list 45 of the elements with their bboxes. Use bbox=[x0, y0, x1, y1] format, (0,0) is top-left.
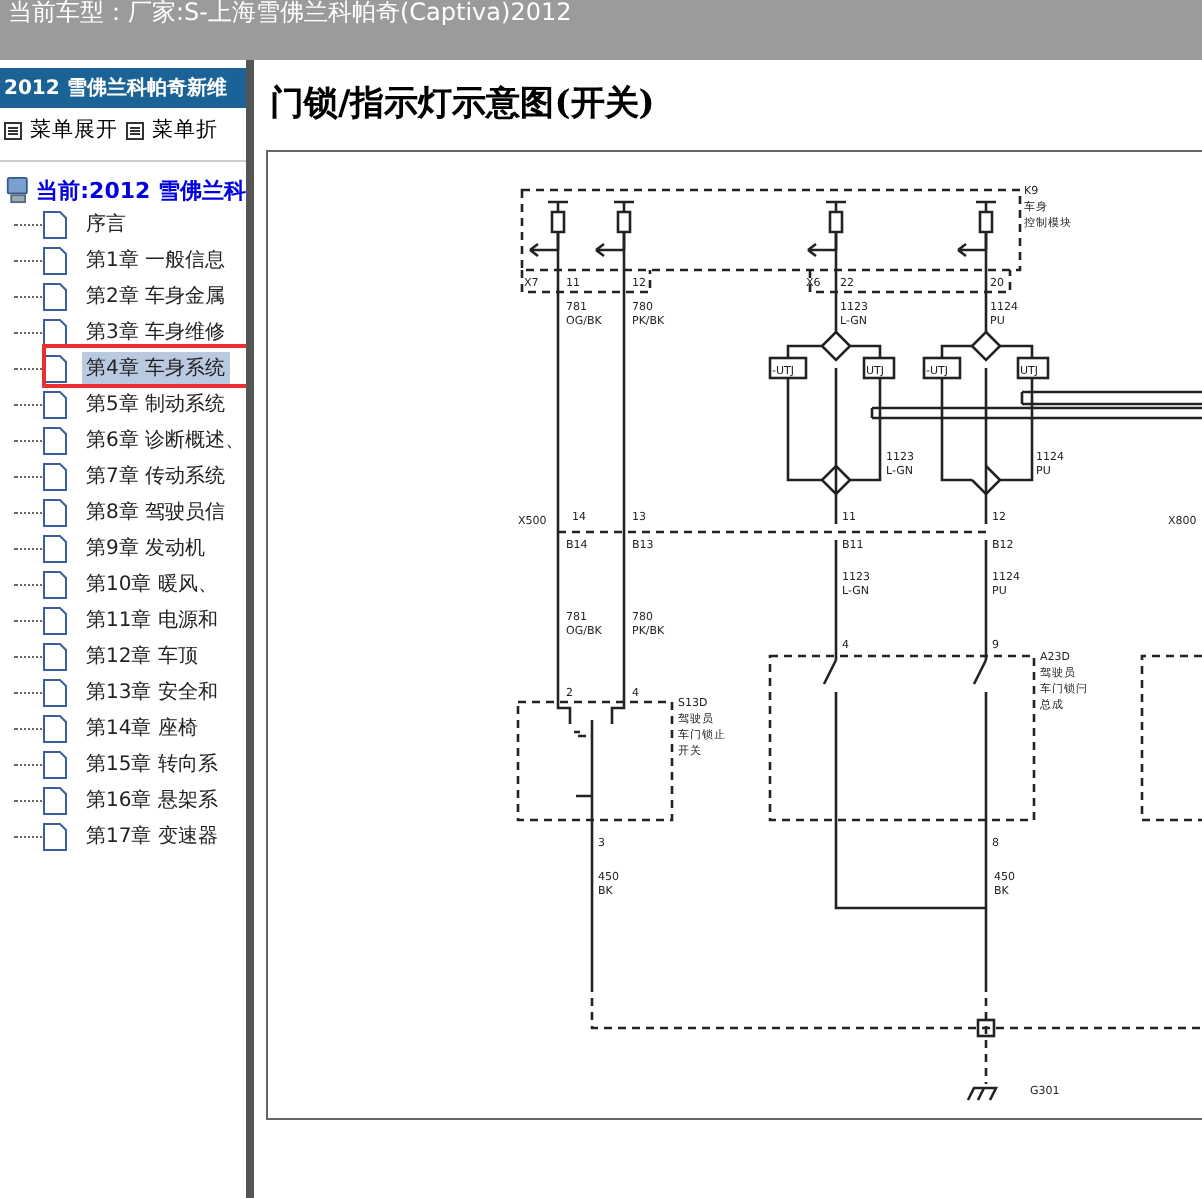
tree-item[interactable]: 第11章 电源和 bbox=[82, 604, 222, 636]
tree-item[interactable]: 第12章 车顶 bbox=[82, 640, 202, 672]
page-icon bbox=[42, 821, 68, 851]
page-icon bbox=[42, 353, 68, 383]
tree-item[interactable]: 第14章 座椅 bbox=[82, 712, 202, 744]
sidebar-title: 2012 雪佛兰科帕奇新维 bbox=[0, 68, 246, 108]
page-icon bbox=[42, 461, 68, 491]
tree-item[interactable]: 第1章 一般信息 bbox=[82, 244, 230, 276]
page-icon bbox=[42, 785, 68, 815]
page-icon bbox=[42, 533, 68, 563]
tree-item[interactable]: 第2章 车身金属 bbox=[82, 280, 230, 312]
tree-item[interactable]: 第13章 安全和 bbox=[82, 676, 222, 708]
tree-item[interactable]: 第15章 转向系 bbox=[82, 748, 222, 780]
menu-toggle-link[interactable]: 菜单折 bbox=[126, 116, 218, 144]
page-icon bbox=[42, 749, 68, 779]
tree-item[interactable]: 第3章 车身维修 bbox=[82, 316, 230, 348]
tree-item[interactable]: 第6章 诊断概述、 bbox=[82, 424, 246, 456]
page-icon bbox=[42, 389, 68, 419]
tree-item[interactable]: 第8章 驾驶员信 bbox=[82, 496, 230, 528]
page-icon bbox=[42, 713, 68, 743]
list-icon bbox=[126, 121, 144, 139]
page-icon bbox=[42, 497, 68, 527]
page-icon bbox=[42, 605, 68, 635]
page-icon bbox=[42, 677, 68, 707]
tree-item[interactable]: 第10章 暖风、 bbox=[82, 568, 222, 600]
page-icon bbox=[42, 569, 68, 599]
tree-item[interactable]: 第17章 变速器 bbox=[82, 820, 222, 852]
page-icon bbox=[42, 641, 68, 671]
page-icon bbox=[42, 425, 68, 455]
tree-item[interactable]: 第16章 悬架系 bbox=[82, 784, 222, 816]
computer-icon bbox=[6, 174, 31, 206]
window-title: 当前车型：厂家:S-上海雪佛兰科帕奇(Captiva)2012 bbox=[6, 0, 572, 26]
tree-item[interactable]: 第4章 车身系统 bbox=[82, 352, 230, 384]
page-icon bbox=[42, 209, 68, 239]
tree-item[interactable]: 序言 bbox=[82, 208, 130, 240]
tree-item[interactable]: 第5章 制动系统 bbox=[82, 388, 230, 420]
page-icon bbox=[42, 245, 68, 275]
tree-root[interactable]: 当前:2012 雪佛兰科 bbox=[36, 175, 246, 205]
menu-toggle-link[interactable]: 菜单展开 bbox=[4, 116, 118, 144]
tree-item[interactable]: 第7章 传动系统 bbox=[82, 460, 230, 492]
list-icon bbox=[4, 121, 22, 139]
page-heading: 门锁/指示灯示意图(开关) bbox=[270, 82, 657, 126]
page-icon bbox=[42, 281, 68, 311]
page-icon bbox=[42, 317, 68, 347]
tree-item[interactable]: 第9章 发动机 bbox=[82, 532, 210, 564]
